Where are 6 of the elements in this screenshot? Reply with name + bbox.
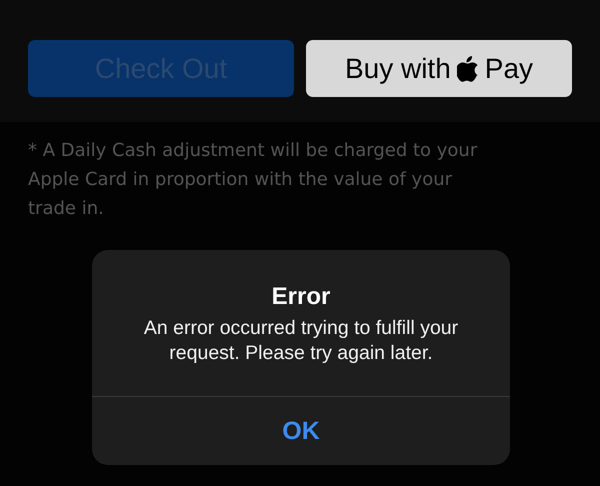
apple-logo-icon: [456, 56, 479, 82]
apple-pay-button[interactable]: Buy with Pay: [306, 40, 572, 97]
alert-title: Error: [272, 283, 330, 311]
ok-button[interactable]: OK: [92, 397, 510, 465]
footnote-text: * A Daily Cash adjustment will be charged to your Apple Card in proportion with the value of your trade in.: [28, 139, 478, 221]
alert-message: An error occurred trying to fulfill your request. Please try again later.: [142, 316, 460, 366]
